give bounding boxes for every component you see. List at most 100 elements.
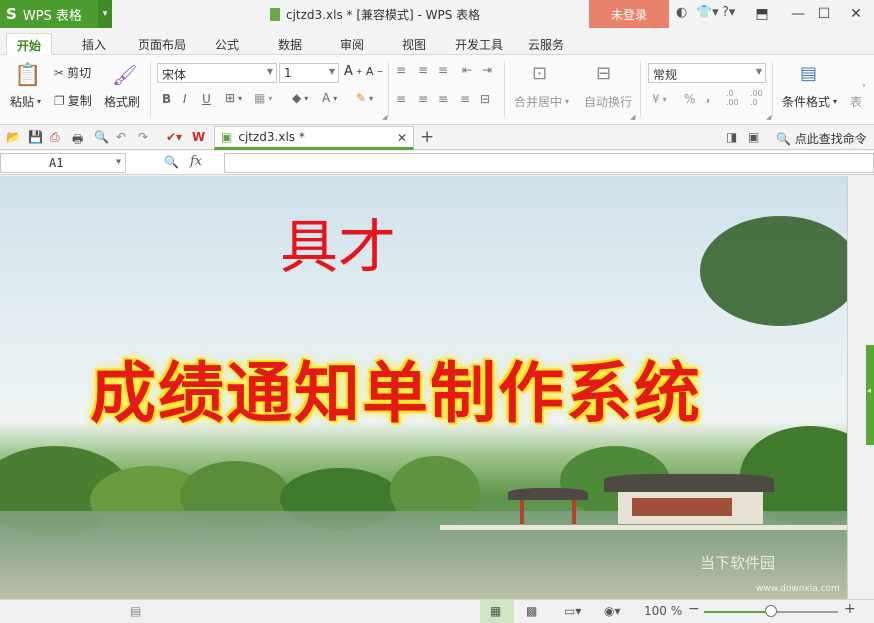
align-bottom-icon[interactable]: ≡	[438, 63, 448, 77]
table-style-button[interactable]: 表	[850, 93, 862, 110]
comma-button[interactable]: ,	[706, 90, 711, 104]
mini-toolbar-icon[interactable]: ◨	[726, 130, 737, 144]
shirt-icon[interactable]: 👕▾	[696, 5, 719, 20]
align-right-icon[interactable]: ≡	[438, 92, 448, 106]
indent-decrease-icon[interactable]: ⇤	[462, 63, 472, 77]
tab-developer[interactable]: 开发工具	[445, 33, 513, 55]
skin-icon[interactable]: ◐	[676, 5, 687, 20]
side-panel-toggle[interactable]	[866, 345, 874, 445]
font-grow-icon[interactable]: A +	[344, 64, 363, 79]
close-icon[interactable]: ✕	[844, 3, 868, 25]
sheet-status-icon[interactable]: ▤	[130, 604, 141, 618]
name-box[interactable]: A1 ▼	[0, 153, 126, 173]
app-menu-button[interactable]: S WPS 表格 ▾	[0, 0, 112, 28]
copy-button[interactable]: ❐ 复制	[54, 92, 92, 109]
chevron-left-icon[interactable]: ◂	[867, 386, 871, 395]
format-painter-button[interactable]: 格式刷	[104, 93, 140, 110]
indent-increase-icon[interactable]: ⇥	[482, 63, 492, 77]
font-name-combo[interactable]: 宋体 ▼	[157, 63, 277, 83]
merge-cells-icon[interactable]: ⊡	[532, 63, 547, 84]
find-command-search[interactable]: 🔍 点此查找命令	[776, 130, 867, 147]
customize-toolbar-icon[interactable]: ✔▾	[166, 130, 182, 144]
formula-bar: A1 ▼ 🔍 fx	[0, 151, 874, 175]
close-tab-icon[interactable]: ✕	[397, 131, 407, 145]
fill-color-icon[interactable]: ◆ ▾	[292, 91, 308, 105]
currency-icon[interactable]: ¥ ▾	[652, 92, 667, 106]
brush-icon[interactable]: 🖌	[112, 63, 137, 87]
minimize-icon[interactable]: —	[786, 3, 810, 25]
export-pdf-icon[interactable]: ⎙	[50, 130, 60, 145]
cut-button[interactable]: ✂ 剪切	[54, 64, 91, 81]
ribbon-scroll-right-icon[interactable]: ›	[862, 81, 866, 91]
tab-formulas[interactable]: 公式	[205, 33, 249, 55]
alignment-dialog-launcher-icon[interactable]: ◢	[630, 113, 635, 121]
font-shrink-icon[interactable]: A −	[366, 65, 383, 78]
font-size-combo[interactable]: 1 ▼	[279, 63, 339, 83]
print-preview-icon[interactable]: 🔍	[94, 130, 109, 144]
align-center-icon[interactable]: ≡	[418, 92, 428, 106]
bold-button[interactable]: B	[162, 92, 171, 106]
title-bar: S WPS 表格 ▾ cjtzd3.xls * [兼容模式] - WPS 表格 …	[0, 0, 874, 30]
help-icon[interactable]: ?▾	[722, 5, 735, 20]
tab-home[interactable]: 开始	[6, 33, 53, 55]
print-icon[interactable]: 🖶	[72, 130, 83, 151]
redo-icon[interactable]: ↷	[138, 130, 148, 144]
increase-decimal-button[interactable]: .0 .00	[726, 89, 742, 107]
tab-cloud[interactable]: 云服务	[518, 33, 574, 55]
conditional-format-icon[interactable]: ▤	[800, 63, 817, 84]
distributed-icon[interactable]: ⊟	[480, 92, 490, 106]
paste-icon[interactable]: 📋	[14, 63, 41, 88]
font-dialog-launcher-icon[interactable]: ◢	[382, 113, 387, 121]
align-left-icon[interactable]: ≡	[396, 92, 406, 106]
align-top-icon[interactable]: ≡	[396, 63, 406, 77]
eye-protection-icon[interactable]: ◉▾	[604, 604, 621, 618]
clear-format-icon[interactable]: ✎ ▾	[356, 91, 373, 105]
document-tab[interactable]: ▣ cjtzd3.xls * ✕	[214, 126, 414, 150]
decrease-decimal-button[interactable]: .00 .0	[750, 89, 766, 107]
fullscreen-icon[interactable]: ⬒	[750, 3, 774, 25]
zoom-formula-icon[interactable]: 🔍	[164, 155, 179, 169]
maximize-icon[interactable]: ☐	[812, 3, 836, 25]
tab-page-layout[interactable]: 页面布局	[128, 33, 196, 55]
tab-data[interactable]: 数据	[268, 33, 312, 55]
normal-view-icon[interactable]: ▦	[490, 604, 501, 618]
insert-function-button[interactable]: fx	[190, 154, 202, 169]
undo-icon[interactable]: ↶	[116, 130, 126, 144]
number-dialog-launcher-icon[interactable]: ◢	[766, 113, 771, 121]
wrap-text-icon[interactable]: ⊟	[596, 63, 611, 84]
percent-button[interactable]: %	[684, 92, 695, 106]
chevron-down-icon[interactable]: ▾	[98, 0, 112, 28]
merge-center-button[interactable]: 合并居中 ▾	[514, 93, 569, 110]
align-middle-icon[interactable]: ≡	[418, 63, 428, 77]
border-icon[interactable]: ⊞ ▾	[225, 91, 242, 105]
wps-home-icon[interactable]: W	[192, 130, 205, 144]
reading-layout-icon[interactable]: ▭▾	[564, 604, 581, 618]
tab-insert[interactable]: 插入	[72, 33, 116, 55]
paste-button[interactable]: 粘贴 ▾	[10, 93, 41, 110]
scissors-icon: ✂	[54, 65, 65, 80]
formula-input[interactable]	[224, 153, 874, 173]
conditional-format-button[interactable]: 条件格式 ▾	[782, 93, 837, 110]
spreadsheet-file-icon: ▣	[221, 130, 233, 144]
tab-review[interactable]: 审阅	[330, 33, 374, 55]
tab-view[interactable]: 视图	[392, 33, 436, 55]
zoom-slider-handle[interactable]	[765, 605, 777, 617]
number-format-combo[interactable]: 常规 ▼	[648, 63, 766, 83]
wrap-text-button[interactable]: 自动换行	[584, 93, 632, 110]
find-command-label: 点此查找命令	[794, 132, 867, 146]
italic-button[interactable]: I	[183, 92, 187, 106]
new-tab-icon[interactable]: +	[420, 127, 434, 147]
page-break-view-icon[interactable]: ▩	[526, 604, 537, 618]
open-folder-icon[interactable]: 📂	[6, 130, 21, 144]
zoom-out-button[interactable]: −	[688, 601, 700, 617]
save-icon[interactable]: 💾	[28, 130, 43, 144]
hall-roof	[604, 474, 774, 492]
underline-button[interactable]: U	[202, 92, 211, 106]
login-button[interactable]: 未登录	[589, 0, 669, 28]
zoom-in-button[interactable]: +	[844, 601, 856, 617]
justify-icon[interactable]: ≡	[460, 92, 470, 106]
font-color-icon[interactable]: A ▾	[322, 91, 337, 105]
cell-fill-pattern-icon[interactable]: ▦ ▾	[254, 91, 272, 105]
sheet-picture[interactable]: 具才 成绩通知单制作系统 当下软件园 www.downxia.com	[0, 176, 847, 599]
feedback-icon[interactable]: ▣	[748, 130, 759, 144]
